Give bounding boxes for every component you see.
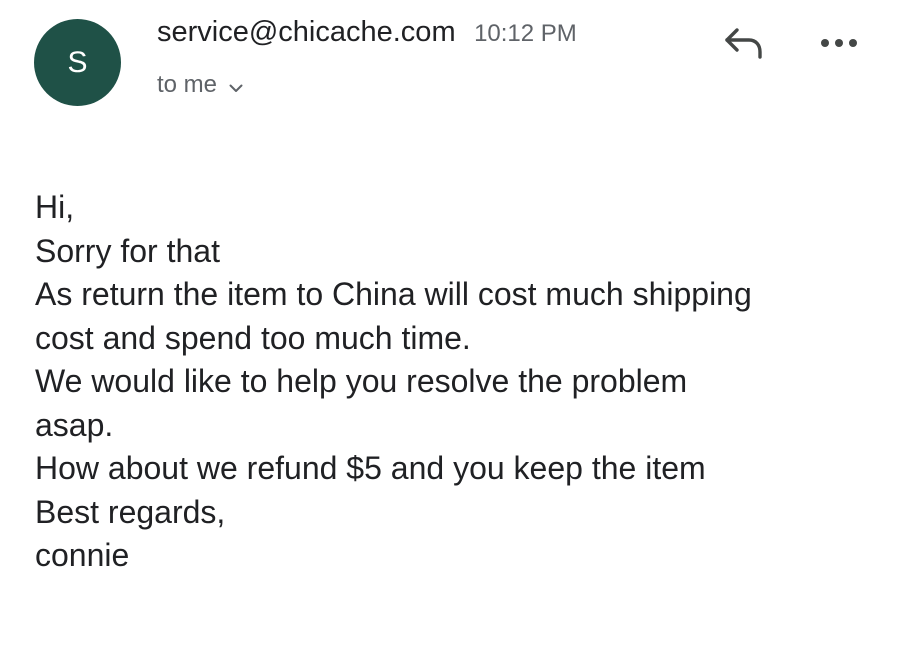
message-body: Hi, Sorry for that As return the item to… <box>35 186 885 578</box>
reply-icon <box>722 26 764 65</box>
sender-row: service@chicache.com 10:12 PM <box>157 16 577 49</box>
reply-button[interactable] <box>718 24 768 66</box>
message-line: connie <box>35 537 130 573</box>
avatar-letter: S <box>67 45 88 79</box>
message-line: Best regards, <box>35 493 226 530</box>
recipient-toggle[interactable]: to me <box>157 70 243 100</box>
message-line: cost and spend too much time. <box>35 319 471 356</box>
sender-avatar[interactable]: S <box>34 19 121 106</box>
message-line: asap. <box>35 406 114 443</box>
more-options-button[interactable] <box>812 28 866 60</box>
message-time: 10:12 PM <box>474 20 577 47</box>
message-line: Hi, <box>35 189 75 225</box>
message-line: As return the item to China will cost mu… <box>35 276 752 312</box>
chevron-down-icon <box>229 72 243 100</box>
more-horizontal-icon <box>819 35 859 53</box>
message-line: We would like to help you resolve the pr… <box>35 363 688 399</box>
recipient-label: to me <box>157 71 218 98</box>
message-line: Sorry for that <box>35 232 220 269</box>
sender-address[interactable]: service@chicache.com <box>157 16 456 48</box>
message-line: How about we refund $5 and you keep the … <box>35 450 706 486</box>
